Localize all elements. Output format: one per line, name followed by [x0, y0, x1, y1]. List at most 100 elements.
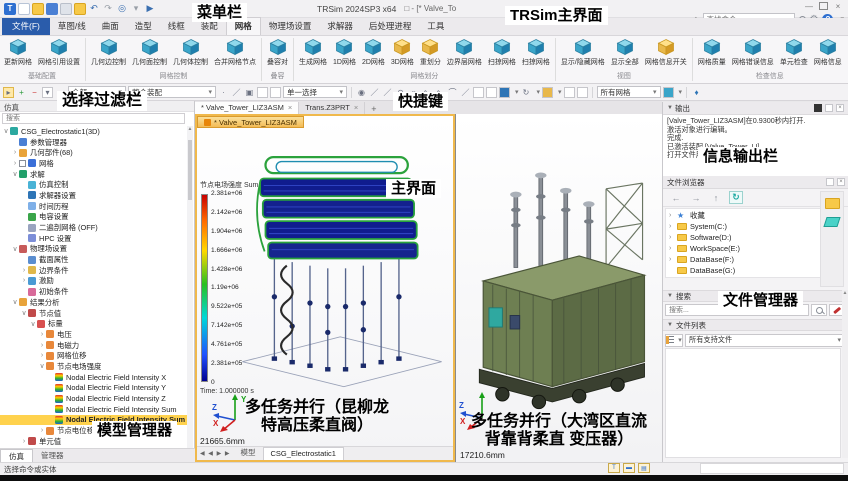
- back-icon[interactable]: ←: [669, 191, 683, 204]
- view-transformer[interactable]: Z X 17210.6mm: [455, 114, 662, 462]
- new-tab-button[interactable]: +: [365, 104, 382, 114]
- tree-item[interactable]: Nodal Electric Field Intensity Sum: [0, 404, 188, 415]
- tab-shape[interactable]: 造型: [127, 18, 160, 35]
- tree-item[interactable]: 二遍剖网格 (OFF): [0, 222, 188, 233]
- ribbon-button[interactable]: 显示/隐藏网格: [559, 37, 607, 68]
- ribbon-button[interactable]: 扫掠网格: [520, 37, 552, 68]
- tree-item[interactable]: Nodal Electric Field Intensity X: [0, 372, 188, 383]
- pick-body-icon[interactable]: [257, 87, 268, 98]
- pick-point-icon[interactable]: ·: [218, 87, 229, 98]
- open-folder-icon[interactable]: [32, 3, 44, 15]
- tree-item[interactable]: ∨求解: [0, 169, 188, 180]
- pick-mode-select[interactable]: 单一选择▾: [283, 86, 347, 98]
- minimize-panel-icon[interactable]: [826, 178, 834, 186]
- tab-manager[interactable]: 管理器: [33, 449, 72, 462]
- tab-simulation[interactable]: 仿真: [0, 449, 33, 462]
- tab-file[interactable]: 文件(F): [2, 18, 50, 35]
- tree-scrollbar[interactable]: ▲: [187, 126, 193, 448]
- ribbon-button[interactable]: 网格信息开关: [643, 37, 689, 68]
- tree-item[interactable]: 初始条件: [0, 286, 188, 297]
- tree-item[interactable]: ∨标量: [0, 318, 188, 329]
- forward-icon[interactable]: →: [689, 191, 703, 204]
- ribbon-button[interactable]: 几何体控制: [171, 37, 210, 68]
- tree-item[interactable]: Nodal Electric Field Intensity Z: [0, 393, 188, 404]
- nav-tab-model[interactable]: 模型: [234, 446, 263, 460]
- bell-icon[interactable]: ♦: [691, 87, 702, 98]
- tree-item[interactable]: ∨节点值: [0, 308, 188, 319]
- tree-item[interactable]: 截面属性: [0, 254, 188, 265]
- file-list[interactable]: [665, 348, 841, 458]
- nav-arrows[interactable]: ◀ ◀ ▶ ▶: [197, 450, 234, 460]
- ribbon-button[interactable]: 网格质量: [696, 37, 728, 68]
- tab-sketch[interactable]: 草图/线: [50, 18, 94, 35]
- render-dropdown-icon[interactable]: ▾: [558, 88, 562, 96]
- ribbon-button[interactable]: 扫掠网格: [486, 37, 518, 68]
- mesh-filter-select[interactable]: 所有网格▾: [597, 86, 661, 98]
- tree-item[interactable]: ›电磁力: [0, 340, 188, 351]
- maximize-button[interactable]: [819, 2, 828, 10]
- folder-icon[interactable]: [825, 198, 840, 209]
- undo-icon[interactable]: ↶: [88, 3, 100, 15]
- view-wireframe-icon[interactable]: [486, 87, 497, 98]
- close-tab-icon[interactable]: ×: [288, 103, 292, 112]
- new-document-icon[interactable]: [18, 3, 30, 15]
- tree-item[interactable]: ›边界条件: [0, 265, 188, 276]
- status-tool-icon[interactable]: T: [608, 463, 620, 473]
- search-go-button[interactable]: [811, 304, 827, 316]
- view-shade-icon[interactable]: [473, 87, 484, 98]
- qat-dropdown-icon[interactable]: ▾: [130, 3, 142, 15]
- render-mode-icon[interactable]: [542, 87, 553, 98]
- drive-item[interactable]: DataBase(G:): [666, 265, 820, 276]
- ribbon-button[interactable]: 更新网格: [2, 37, 34, 68]
- status-window-icon[interactable]: ▤: [638, 463, 650, 473]
- view-mode-button[interactable]: ▾: [665, 334, 683, 347]
- plane-toggle-icon[interactable]: [577, 87, 588, 98]
- remove-select-icon[interactable]: −: [29, 87, 40, 98]
- checkbox[interactable]: [19, 160, 26, 167]
- selector-icon[interactable]: ◎: [116, 3, 128, 15]
- close-tab-icon[interactable]: ×: [354, 103, 358, 112]
- tree-item[interactable]: 电容设置: [0, 212, 188, 223]
- view-dropdown-icon[interactable]: ▾: [515, 88, 519, 96]
- part-icon[interactable]: [823, 217, 840, 227]
- play-icon[interactable]: ▶: [144, 3, 156, 15]
- draw-line-icon[interactable]: ／: [369, 87, 380, 98]
- tree-search-input[interactable]: [2, 113, 185, 124]
- tree-item[interactable]: HPC 设置: [0, 233, 188, 244]
- close-button[interactable]: ×: [832, 1, 844, 11]
- view-rotate-icon[interactable]: ↻: [521, 87, 532, 98]
- tree-item[interactable]: ›网格位移: [0, 350, 188, 361]
- ribbon-button[interactable]: 显示全部: [609, 37, 641, 68]
- tree-item[interactable]: ›几何部件(68): [0, 147, 188, 158]
- tree-item[interactable]: ›网格: [0, 158, 188, 169]
- minimize-panel-icon[interactable]: [825, 104, 833, 112]
- ribbon-button[interactable]: 叠容对: [265, 37, 290, 68]
- tab-physics[interactable]: 物理场设置: [261, 18, 320, 35]
- close-panel-icon[interactable]: ×: [837, 178, 845, 186]
- redo-icon[interactable]: ↷: [102, 3, 114, 15]
- tree-item[interactable]: ∨物理场设置: [0, 244, 188, 255]
- status-display-icon[interactable]: ▬: [623, 463, 635, 473]
- tree-item[interactable]: 时间历程: [0, 201, 188, 212]
- tree-item[interactable]: ∨结果分析: [0, 297, 188, 308]
- ribbon-button[interactable]: 网格信息: [812, 37, 844, 68]
- mesh-display-icon[interactable]: [663, 87, 674, 98]
- drive-item[interactable]: ›System(C:): [666, 221, 820, 232]
- add-select-icon[interactable]: +: [16, 87, 27, 98]
- select-cursor-icon[interactable]: ▸: [3, 87, 14, 98]
- drive-item-favorites[interactable]: ›★收藏: [666, 210, 820, 221]
- view-cube-icon[interactable]: [499, 87, 510, 98]
- ribbon-button[interactable]: 几何面控制: [130, 37, 169, 68]
- nav-tab-doc[interactable]: CSG_Electrostatic1: [263, 447, 344, 460]
- open-recent-icon[interactable]: [74, 3, 86, 15]
- doc-tab-valve-tower[interactable]: * Valve_Tower_LIZ3ASM ×: [195, 102, 299, 114]
- pin-icon[interactable]: [814, 104, 822, 112]
- ribbon-button[interactable]: 几何边控制: [89, 37, 128, 68]
- tree-item[interactable]: 参数管理器: [0, 137, 188, 148]
- ribbon-button[interactable]: 网格错误信息: [730, 37, 776, 68]
- panel-scrollbar[interactable]: ▲: [842, 290, 848, 458]
- tab-wireframe[interactable]: 线框: [160, 18, 193, 35]
- tree-item[interactable]: 仿真控制: [0, 179, 188, 190]
- print-icon[interactable]: [60, 3, 72, 15]
- drive-item[interactable]: ›Software(D:): [666, 232, 820, 243]
